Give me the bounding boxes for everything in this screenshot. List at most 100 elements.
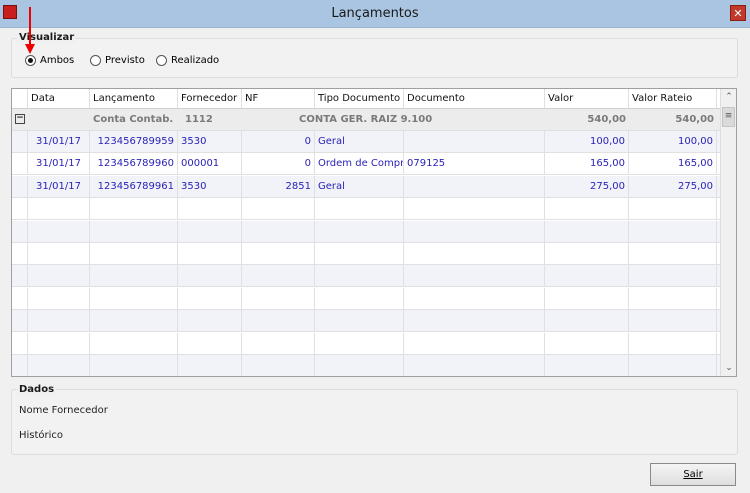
empty-row[interactable] — [12, 243, 720, 265]
empty-row[interactable] — [12, 198, 720, 221]
empty-row[interactable] — [12, 220, 720, 243]
radio-unchecked-icon — [156, 55, 167, 66]
cell-tipo — [315, 220, 404, 242]
cell-documento — [404, 198, 545, 220]
empty-row[interactable] — [12, 287, 720, 310]
sair-label: Sair — [683, 469, 703, 480]
scroll-down-icon[interactable]: ⌄ — [721, 360, 736, 376]
group-valor-rateio: 540,00 — [675, 114, 714, 125]
column-header-tipo-documento[interactable]: Tipo Documento — [315, 89, 404, 108]
cell-valor — [545, 220, 629, 242]
column-header-lancamento[interactable]: Lançamento — [90, 89, 178, 108]
cell-nf — [242, 332, 315, 354]
radio-ambos[interactable]: Ambos — [25, 55, 74, 66]
cell-tipo — [315, 310, 404, 332]
empty-row[interactable] — [12, 355, 720, 376]
cell-fornecedor — [178, 310, 242, 332]
group-row[interactable]: − Conta Contab. 1112 CONTA GER. RAIZ 9.1… — [12, 109, 720, 131]
cell-tipo: Geral — [315, 175, 404, 197]
column-header-valor-rateio[interactable]: Valor Rateio — [629, 89, 717, 108]
radio-previsto[interactable]: Previsto — [90, 55, 145, 66]
cell-valor_rateio: 165,00 — [629, 153, 717, 175]
cell-valor — [545, 355, 629, 376]
cell-documento — [404, 175, 545, 197]
cell-documento — [404, 243, 545, 264]
cell-fornecedor — [178, 355, 242, 376]
cell-data — [28, 220, 90, 242]
column-header-documento[interactable]: Documento — [404, 89, 545, 108]
title-bar: Lançamentos ✕ — [0, 0, 750, 28]
collapse-icon[interactable]: − — [15, 114, 25, 124]
scroll-up-icon[interactable]: ⌃ — [721, 89, 736, 105]
row-gutter — [12, 332, 28, 354]
column-header-data[interactable]: Data — [28, 89, 90, 108]
cell-nf — [242, 287, 315, 309]
header-gutter — [12, 89, 28, 108]
vertical-scrollbar[interactable]: ⌃ ≡ ⌄ — [720, 89, 736, 376]
cell-lancamento — [90, 310, 178, 332]
sair-button[interactable]: Sair — [650, 463, 736, 486]
cell-data: 31/01/17 — [28, 131, 90, 152]
table-row[interactable]: 31/01/17 123456789960 000001 0 Ordem de Comp… — [12, 153, 720, 176]
empty-row[interactable] — [12, 265, 720, 288]
cell-valor_rateio — [629, 310, 717, 332]
row-gutter — [12, 131, 28, 152]
cell-tipo — [315, 198, 404, 220]
column-header-valor[interactable]: Valor — [545, 89, 629, 108]
cell-lancamento — [90, 243, 178, 264]
cell-fornecedor — [178, 220, 242, 242]
cell-nf — [242, 243, 315, 264]
cell-nf — [242, 355, 315, 376]
cell-lancamento — [90, 198, 178, 220]
dados-group — [11, 389, 738, 455]
close-button[interactable]: ✕ — [730, 5, 746, 21]
column-header-nf[interactable]: NF — [242, 89, 315, 108]
lancamentos-grid[interactable]: Data Lançamento Fornecedor NF Tipo Docum… — [11, 88, 737, 377]
empty-row[interactable] — [12, 310, 720, 333]
cell-valor_rateio — [629, 220, 717, 242]
row-gutter — [12, 355, 28, 376]
cell-documento — [404, 355, 545, 376]
table-row[interactable]: 31/01/17 123456789961 3530 2851 Geral 275,00 2… — [12, 175, 720, 198]
cell-tipo — [315, 243, 404, 264]
historico-label: Histórico — [19, 430, 64, 441]
cell-fornecedor — [178, 332, 242, 354]
cell-lancamento — [90, 287, 178, 309]
cell-nf — [242, 265, 315, 287]
scroll-thumb[interactable]: ≡ — [722, 107, 735, 127]
group-valor: 540,00 — [587, 114, 626, 125]
cell-documento — [404, 265, 545, 287]
cell-valor: 165,00 — [545, 153, 629, 175]
radio-label: Ambos — [40, 55, 75, 66]
annotation-arrow-icon — [29, 7, 31, 47]
cell-data — [28, 198, 90, 220]
visualizar-label: Visualizar — [17, 32, 77, 43]
annotation-arrowhead-icon — [25, 44, 35, 54]
cell-fornecedor: 3530 — [178, 175, 242, 197]
cell-valor_rateio — [629, 332, 717, 354]
cell-nf — [242, 220, 315, 242]
cell-documento: 079125 — [404, 153, 545, 175]
radio-realizado[interactable]: Realizado — [156, 55, 219, 66]
cell-valor_rateio — [629, 287, 717, 309]
cell-lancamento: 123456789959 — [90, 131, 178, 152]
nome-fornecedor-label: Nome Fornecedor — [19, 405, 108, 416]
radio-label: Previsto — [105, 55, 145, 66]
column-header-fornecedor[interactable]: Fornecedor — [178, 89, 242, 108]
cell-data — [28, 243, 90, 264]
cell-data — [28, 332, 90, 354]
cell-valor_rateio — [629, 243, 717, 264]
empty-row[interactable] — [12, 332, 720, 355]
table-row[interactable]: 31/01/17 123456789959 3530 0 Geral 100,00 100,… — [12, 131, 720, 153]
cell-valor — [545, 332, 629, 354]
cell-data — [28, 310, 90, 332]
cell-nf — [242, 198, 315, 220]
cell-valor_rateio — [629, 265, 717, 287]
cell-documento — [404, 287, 545, 309]
cell-valor — [545, 287, 629, 309]
cell-valor — [545, 243, 629, 264]
cell-valor — [545, 198, 629, 220]
cell-documento — [404, 332, 545, 354]
row-gutter — [12, 287, 28, 309]
cell-documento — [404, 220, 545, 242]
